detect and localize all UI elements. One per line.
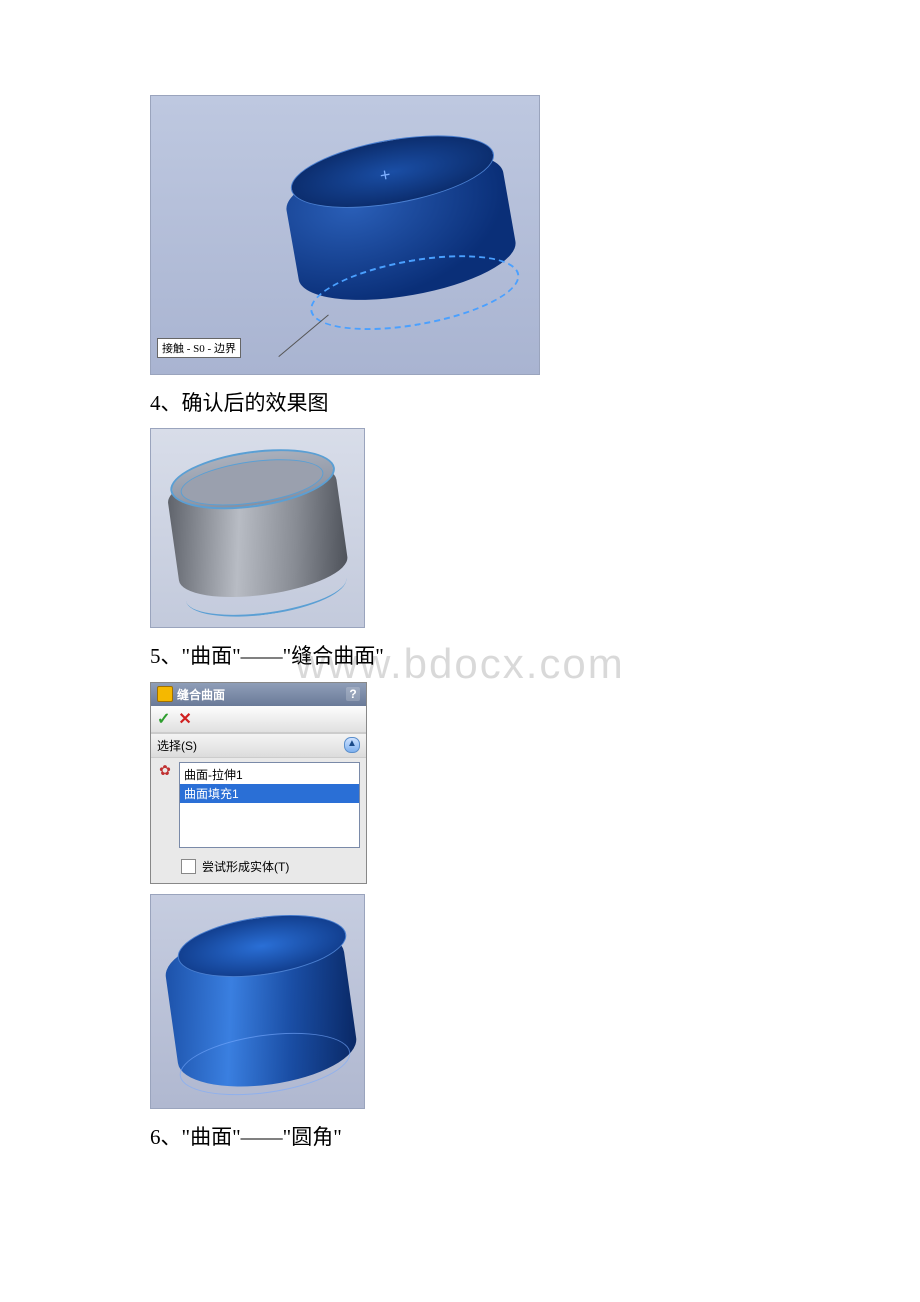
- figure-knit-result: [150, 894, 365, 1109]
- fig2-cylinder: [162, 436, 354, 628]
- knit-surface-panel: 缝合曲面 ? ✓ ✕ 选择(S) ▲ ✿ 曲面-拉伸1 曲面填充1 尝试形成实体…: [150, 682, 367, 884]
- selection-listbox[interactable]: 曲面-拉伸1 曲面填充1: [179, 762, 360, 848]
- panel-confirm-row: ✓ ✕: [151, 706, 366, 733]
- collapse-button[interactable]: ▲: [344, 737, 360, 753]
- selection-row: ✿ 曲面-拉伸1 曲面填充1: [157, 762, 360, 848]
- list-item[interactable]: 曲面填充1: [180, 784, 359, 803]
- try-solid-row: 尝试形成实体(T): [157, 858, 360, 875]
- cancel-button[interactable]: ✕: [178, 709, 191, 729]
- list-item[interactable]: 曲面-拉伸1: [180, 765, 359, 784]
- fig1-tooltip-label: 接触 - S0 - 边界: [157, 338, 241, 358]
- try-solid-checkbox[interactable]: [181, 859, 196, 874]
- knit-icon: [157, 686, 173, 702]
- panel-title: 缝合曲面: [177, 686, 225, 703]
- selection-label: 选择(S): [157, 737, 197, 754]
- help-button[interactable]: ?: [346, 687, 360, 701]
- ok-button[interactable]: ✓: [157, 709, 170, 729]
- surface-select-icon[interactable]: ✿: [157, 762, 173, 778]
- figure-cylinder-gray: [150, 428, 365, 628]
- panel-titlebar: 缝合曲面 ?: [151, 683, 366, 706]
- selection-section-body: ✿ 曲面-拉伸1 曲面填充1 尝试形成实体(T): [151, 758, 366, 883]
- step-4-text: 4、确认后的效果图: [150, 389, 770, 418]
- selection-section-header[interactable]: 选择(S) ▲: [151, 733, 366, 758]
- step-6-text: 6、"曲面"——"圆角": [150, 1123, 770, 1152]
- document-page: + 接触 - S0 - 边界 4、确认后的效果图 5、"曲面"——"缝合曲面" …: [0, 0, 920, 1202]
- fig1-cylinder: +: [276, 113, 526, 338]
- figure-cylinder-blue: + 接触 - S0 - 边界: [150, 95, 540, 375]
- step-5-text: 5、"曲面"——"缝合曲面": [150, 642, 770, 671]
- try-solid-label: 尝试形成实体(T): [202, 858, 289, 875]
